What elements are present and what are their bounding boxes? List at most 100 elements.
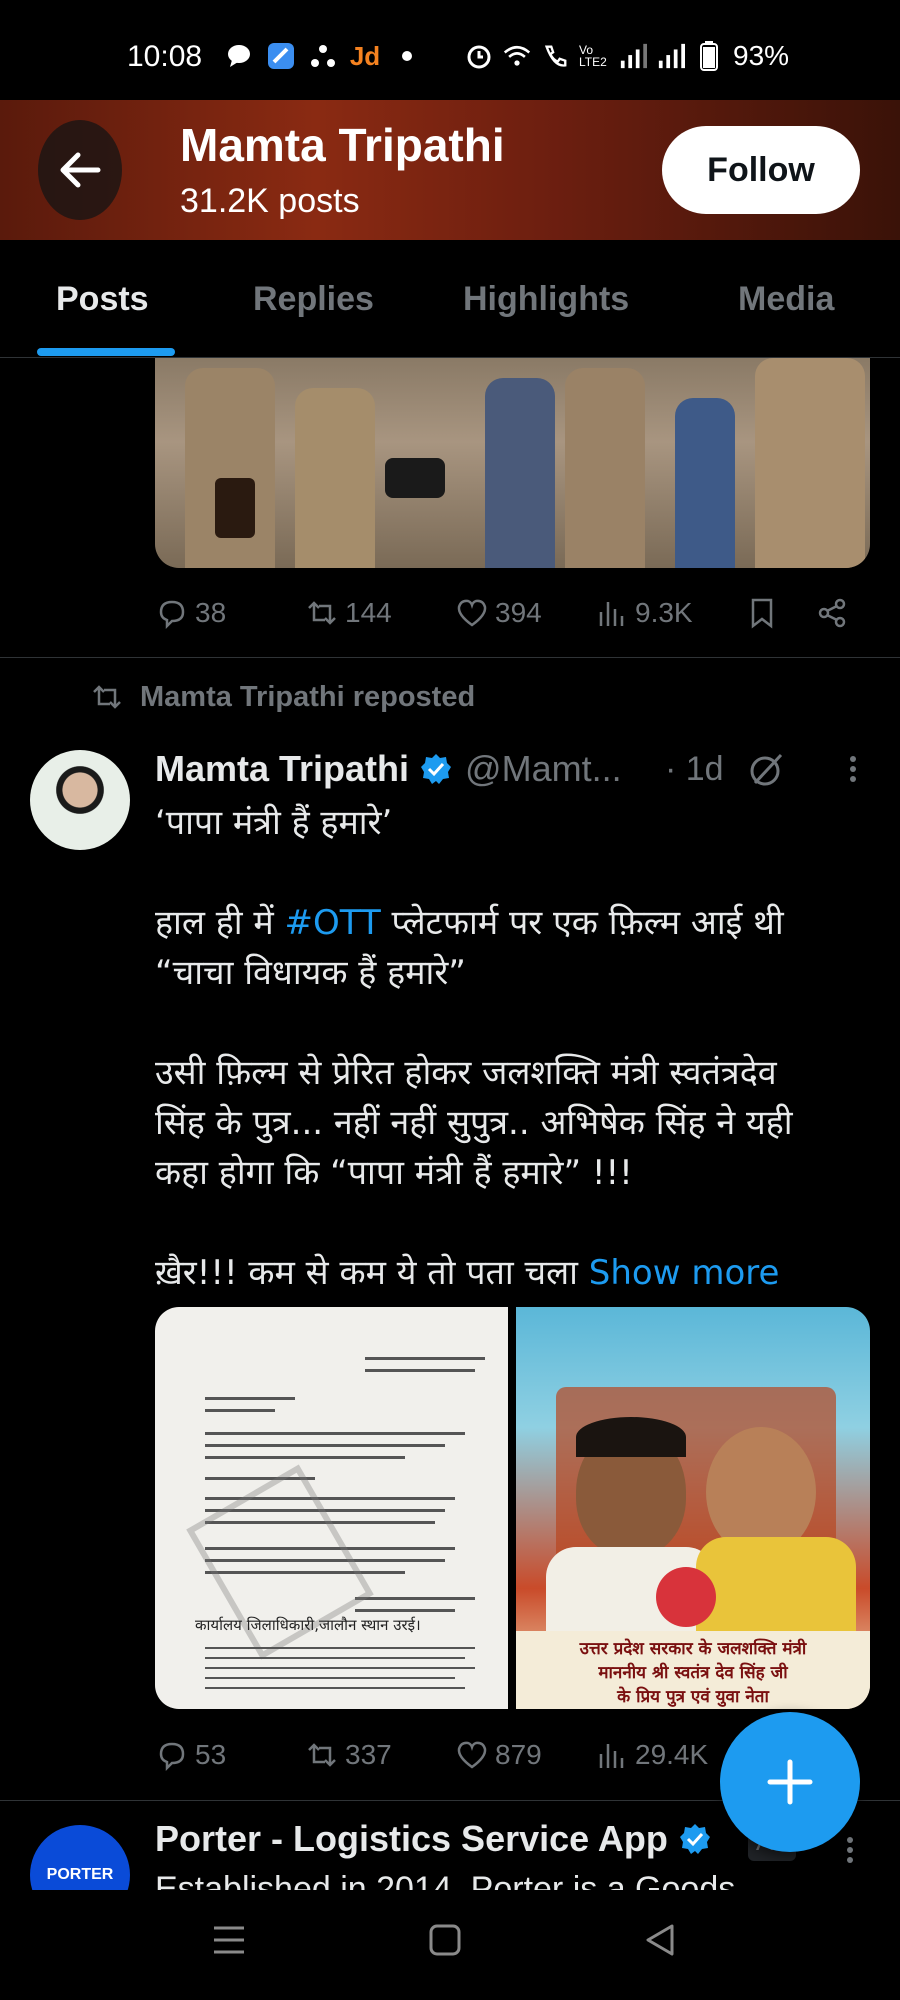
repost-icon (308, 601, 336, 625)
views-button[interactable]: 9.3K (595, 596, 693, 630)
reply-icon (159, 600, 185, 630)
avatar[interactable] (30, 750, 130, 850)
bookmark-icon (751, 598, 773, 629)
posts-count: 31.2K posts (180, 182, 360, 220)
post-line: उसी फ़िल्म से प्रेरित होकर जलशक्ति मंत्र… (155, 1053, 777, 1093)
back-button[interactable] (38, 120, 122, 220)
post-line: सिंह के पुत्र... नहीं नहीं सुपुत्र.. अभि… (155, 1103, 793, 1143)
tab-posts[interactable]: Posts (56, 280, 149, 319)
repost-count: 144 (345, 597, 392, 628)
post-line: हाल ही में #OTT प्लेटफार्म पर एक फ़िल्म … (155, 898, 870, 948)
author-handle[interactable]: @Mamt... (465, 748, 622, 790)
system-icons: Vo LTE2 93% (465, 40, 789, 72)
profile-tabs: Posts Replies Highlights Media (0, 240, 900, 358)
tab-highlights[interactable]: Highlights (463, 280, 629, 319)
battery-percent: 93% (733, 40, 790, 71)
post-age[interactable]: · 1d (665, 750, 724, 789)
plus-icon (767, 1759, 813, 1805)
repost-count: 337 (345, 1739, 392, 1770)
post-header: Mamta Tripathi @Mamt... · 1d (155, 744, 875, 794)
show-more-link[interactable]: Show more (589, 1253, 780, 1293)
battery-icon (695, 41, 723, 71)
post-body: ‘पापा मंत्री हैं हमारे’ हाल ही में #OTT … (155, 798, 870, 1298)
profile-header: Mamta Tripathi 31.2K posts Follow (0, 100, 900, 240)
verified-badge-icon (679, 1824, 710, 1854)
repost-note: Mamta Tripathi reposted (88, 680, 475, 714)
like-button[interactable]: 394 (455, 596, 542, 630)
more-options-icon[interactable] (842, 1830, 858, 1870)
notification-icons: Jd (225, 40, 421, 71)
post-media: कार्यालय जिलाधिकारी,जालौन स्थान उरई। उत्… (155, 1307, 870, 1709)
jd-icon: Jd (349, 40, 381, 71)
heart-icon (457, 1741, 487, 1769)
post-line-text: प्लेटफार्म पर एक फ़िल्म आई थी (380, 903, 784, 943)
verified-badge-icon (421, 754, 452, 784)
views-button[interactable]: 29.4K (595, 1738, 708, 1772)
tab-replies[interactable]: Replies (253, 280, 374, 319)
like-count: 879 (495, 1739, 542, 1770)
reply-count: 38 (195, 597, 227, 628)
views-icon (599, 602, 624, 626)
post-line: ‘पापा मंत्री हैं हमारे’ (155, 803, 393, 843)
reply-button[interactable]: 53 (155, 1738, 226, 1772)
repost-note-text: Mamta Tripathi reposted (140, 680, 476, 713)
back-nav-icon[interactable] (642, 1920, 676, 1960)
app-icon (267, 42, 295, 70)
status-time: 10:08 (127, 40, 203, 73)
arrow-left-icon (60, 152, 101, 188)
post-line: कहा होगा कि “पापा मंत्री हैं हमारे” !!! (155, 1153, 633, 1193)
share-button[interactable] (815, 596, 849, 630)
ad-header: Porter - Logistics Service App (155, 1818, 712, 1860)
grok-icon[interactable] (747, 749, 787, 789)
signal-icon (619, 42, 647, 70)
views-count: 9.3K (635, 597, 693, 628)
more-options-icon[interactable] (845, 749, 861, 789)
caption-line: माननीय श्री स्वतंत्र देव सिंह जी (598, 1663, 788, 1683)
repost-icon (308, 1743, 336, 1767)
reply-button[interactable]: 38 (155, 596, 226, 630)
caption-line: के प्रिय पुत्र एवं युवा नेता (617, 1687, 769, 1707)
bookmark-button[interactable] (745, 596, 779, 630)
ad-name[interactable]: Porter - Logistics Service App (155, 1818, 668, 1860)
system-nav-bar (0, 1890, 900, 2000)
compose-button[interactable] (720, 1712, 860, 1852)
like-count: 394 (495, 597, 542, 628)
call-icon (541, 42, 569, 70)
post-line: ख़ैर!!! कम से कम ये तो पता चला Show more (155, 1248, 870, 1298)
home-icon[interactable] (428, 1920, 462, 1960)
photo-caption: उत्तर प्रदेश सरकार के जलशक्ति मंत्री मान… (516, 1631, 870, 1709)
like-button[interactable]: 879 (455, 1738, 542, 1772)
follow-button[interactable]: Follow (662, 126, 860, 214)
dot-icon (393, 42, 421, 70)
views-icon (599, 1744, 624, 1768)
recent-apps-icon[interactable] (212, 1920, 246, 1960)
post-divider (0, 657, 900, 658)
photo-image[interactable]: उत्तर प्रदेश सरकार के जलशक्ति मंत्री मान… (516, 1307, 870, 1709)
repost-button[interactable]: 337 (305, 1738, 392, 1772)
alarm-icon (465, 42, 493, 70)
post-line-text: हाल ही में (155, 903, 285, 943)
previous-post-image[interactable] (155, 358, 870, 568)
document-footer: कार्यालय जिलाधिकारी,जालौन स्थान उरई। (195, 1616, 421, 1634)
post-line-text: ख़ैर!!! कम से कम ये तो पता चला (155, 1253, 589, 1293)
document-image[interactable]: कार्यालय जिलाधिकारी,जालौन स्थान उरई। (155, 1307, 508, 1709)
share-icon (818, 598, 846, 628)
reply-count: 53 (195, 1739, 227, 1770)
heart-icon (457, 599, 487, 627)
caption-line: उत्तर प्रदेश सरकार के जलशक्ति मंत्री (579, 1639, 807, 1659)
views-count: 29.4K (635, 1739, 709, 1770)
repost-icon (93, 685, 121, 709)
repost-button[interactable]: 144 (305, 596, 392, 630)
tab-media[interactable]: Media (738, 280, 834, 319)
share-nodes-icon (309, 42, 337, 70)
previous-post-actions: 38 144 394 9.3K (155, 588, 855, 638)
active-tab-indicator (37, 348, 175, 356)
author-name[interactable]: Mamta Tripathi (155, 748, 409, 790)
reply-icon (159, 1742, 185, 1772)
signal-icon-2 (657, 42, 685, 70)
chat-bubble-icon (225, 42, 253, 70)
post-line: “चाचा विधायक हैं हमारे” (155, 953, 466, 993)
wifi-icon (503, 42, 531, 70)
hashtag-link[interactable]: #OTT (285, 903, 381, 943)
volte-icon: Vo LTE2 (579, 43, 607, 69)
